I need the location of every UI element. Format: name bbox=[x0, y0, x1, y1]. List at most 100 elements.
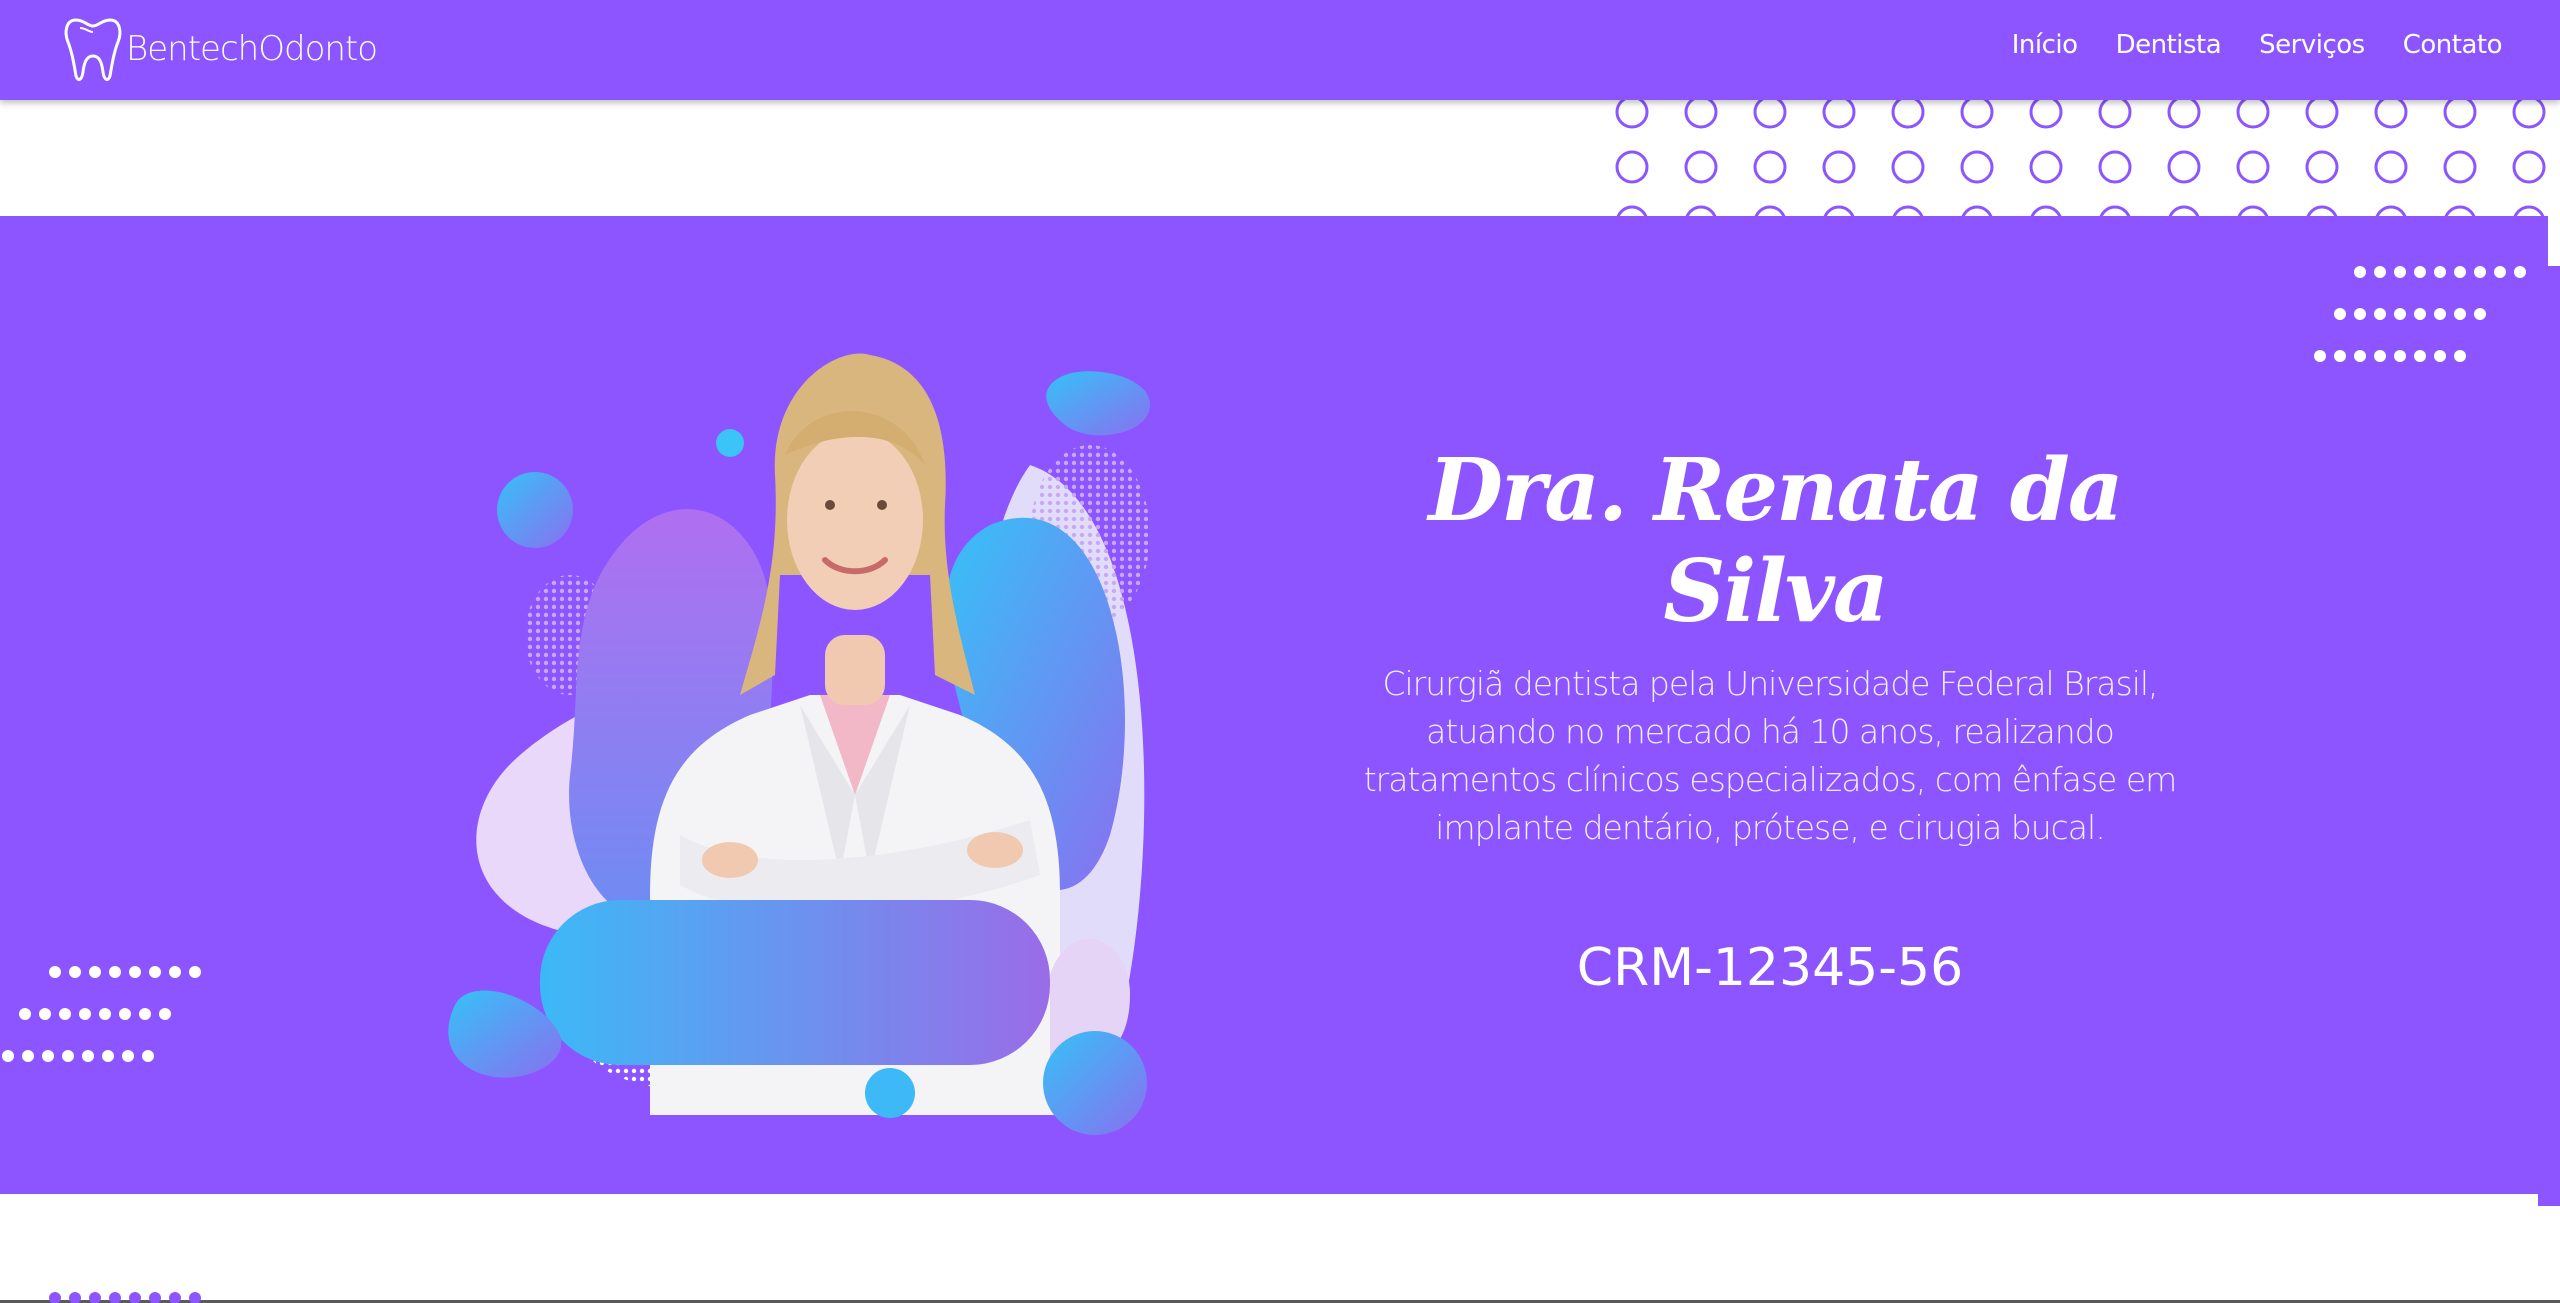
decorative-dot bbox=[2, 1050, 14, 1062]
decorative-circle bbox=[1823, 205, 1855, 216]
nav-link-contato[interactable]: Contato bbox=[2403, 30, 2503, 60]
decorative-dot bbox=[2454, 350, 2466, 362]
decorative-dot bbox=[2414, 350, 2426, 362]
decorative-dot bbox=[79, 1008, 91, 1020]
decorative-dot bbox=[2394, 266, 2406, 278]
decorative-dots-bottom-left bbox=[2, 966, 201, 1062]
decorative-dot bbox=[159, 1008, 171, 1020]
decorative-circle bbox=[2236, 95, 2270, 129]
decorative-dot bbox=[139, 1008, 151, 1020]
decorative-dot bbox=[2474, 266, 2486, 278]
decorative-dot bbox=[2394, 350, 2406, 362]
decorative-circle bbox=[2099, 205, 2131, 216]
tooth-icon bbox=[64, 18, 122, 81]
decorative-circle bbox=[2168, 205, 2200, 216]
nav-link-dentista[interactable]: Dentista bbox=[2116, 30, 2222, 60]
decorative-dot bbox=[2334, 350, 2346, 362]
decorative-dot bbox=[2334, 308, 2346, 320]
decorative-dot bbox=[169, 1292, 181, 1303]
decorative-circle bbox=[1615, 95, 1649, 129]
nav-link-inicio[interactable]: Início bbox=[2012, 30, 2078, 60]
decorative-circle bbox=[2443, 95, 2477, 129]
decorative-dot bbox=[49, 966, 61, 978]
decorative-dot bbox=[2494, 266, 2506, 278]
decorative-circle bbox=[1822, 95, 1856, 129]
decorative-circle bbox=[1960, 95, 1994, 129]
decorative-circle bbox=[1891, 150, 1925, 184]
decorative-circle bbox=[1754, 205, 1786, 216]
decorative-dot bbox=[99, 1008, 111, 1020]
decorative-dot bbox=[2374, 350, 2386, 362]
decorative-circle bbox=[2443, 150, 2477, 184]
decorative-circle bbox=[1822, 150, 1856, 184]
decorative-dot bbox=[2354, 350, 2366, 362]
decorative-circle bbox=[1892, 205, 1924, 216]
decorative-circle bbox=[2236, 150, 2270, 184]
decorative-dot bbox=[142, 1050, 154, 1062]
decorative-circle bbox=[2513, 205, 2545, 216]
decorative-circle bbox=[1684, 150, 1718, 184]
decorative-dot bbox=[69, 966, 81, 978]
decorative-circle bbox=[2512, 95, 2546, 129]
nav-link-servicos[interactable]: Serviços bbox=[2259, 30, 2365, 60]
decorative-circle bbox=[2098, 150, 2132, 184]
decorative-dot bbox=[49, 1292, 61, 1303]
decorative-dot bbox=[119, 1008, 131, 1020]
decorative-dot bbox=[2374, 266, 2386, 278]
decorative-circle bbox=[2029, 95, 2063, 129]
decorative-dot bbox=[2454, 308, 2466, 320]
decorative-dot bbox=[19, 1008, 31, 1020]
doctor-name: Dra. Renata da Silva bbox=[1428, 440, 2123, 642]
decorative-dot bbox=[169, 966, 181, 978]
doctor-illustration bbox=[448, 353, 1150, 1135]
decorative-dot bbox=[2434, 308, 2446, 320]
decorative-dot bbox=[2394, 308, 2406, 320]
decorative-dot bbox=[2434, 266, 2446, 278]
decorative-dot bbox=[122, 1050, 134, 1062]
decorative-dot bbox=[129, 966, 141, 978]
doctor-crm: CRM-12345-56 bbox=[1576, 938, 1964, 998]
decorative-circle bbox=[2374, 150, 2408, 184]
decorative-dot bbox=[2434, 350, 2446, 362]
decorative-dot bbox=[22, 1050, 34, 1062]
decorative-circle bbox=[2375, 205, 2407, 216]
decorative-circle bbox=[2098, 95, 2132, 129]
decorative-dot bbox=[42, 1050, 54, 1062]
decorative-dots-footer bbox=[49, 1292, 201, 1303]
decorative-circle bbox=[2374, 95, 2408, 129]
decorative-dot bbox=[89, 1292, 101, 1303]
decorative-dot bbox=[2474, 308, 2486, 320]
hero-edge-top bbox=[2548, 266, 2560, 666]
decorative-dot bbox=[2514, 266, 2526, 278]
decorative-circle bbox=[1753, 150, 1787, 184]
decorative-circle bbox=[2305, 150, 2339, 184]
decorative-dot bbox=[102, 1050, 114, 1062]
decorative-dot bbox=[149, 966, 161, 978]
doctor-bio: Cirurgiã dentista pela Universidade Fede… bbox=[1363, 664, 2178, 847]
brand[interactable]: BentechOdonto bbox=[62, 14, 378, 84]
decorative-dot bbox=[129, 1292, 141, 1303]
decorative-circle bbox=[1685, 205, 1717, 216]
decorative-circle bbox=[2030, 205, 2062, 216]
main-nav: Início Dentista Serviços Contato bbox=[2012, 30, 2503, 60]
decorative-dot bbox=[189, 966, 201, 978]
decorative-dot bbox=[2374, 308, 2386, 320]
decorative-dot bbox=[62, 1050, 74, 1062]
decorative-dot bbox=[39, 1008, 51, 1020]
decorative-circle bbox=[1616, 205, 1648, 216]
decorative-dot bbox=[2354, 266, 2366, 278]
decorative-circle bbox=[1891, 95, 1925, 129]
decorative-circle bbox=[2512, 150, 2546, 184]
decorative-dot bbox=[2414, 266, 2426, 278]
decorative-circle bbox=[2237, 205, 2269, 216]
decorative-dot bbox=[189, 1292, 201, 1303]
decorative-dot bbox=[69, 1292, 81, 1303]
decorative-circle bbox=[2305, 95, 2339, 129]
decorative-circle bbox=[2167, 95, 2201, 129]
decorative-circle bbox=[1960, 150, 1994, 184]
decorative-circle bbox=[1615, 150, 1649, 184]
decorative-dot bbox=[109, 1292, 121, 1303]
navbar: BentechOdonto Início Dentista Serviços C… bbox=[0, 0, 2560, 100]
brand-name: BentechOdonto bbox=[126, 29, 378, 69]
decorative-dot bbox=[89, 966, 101, 978]
